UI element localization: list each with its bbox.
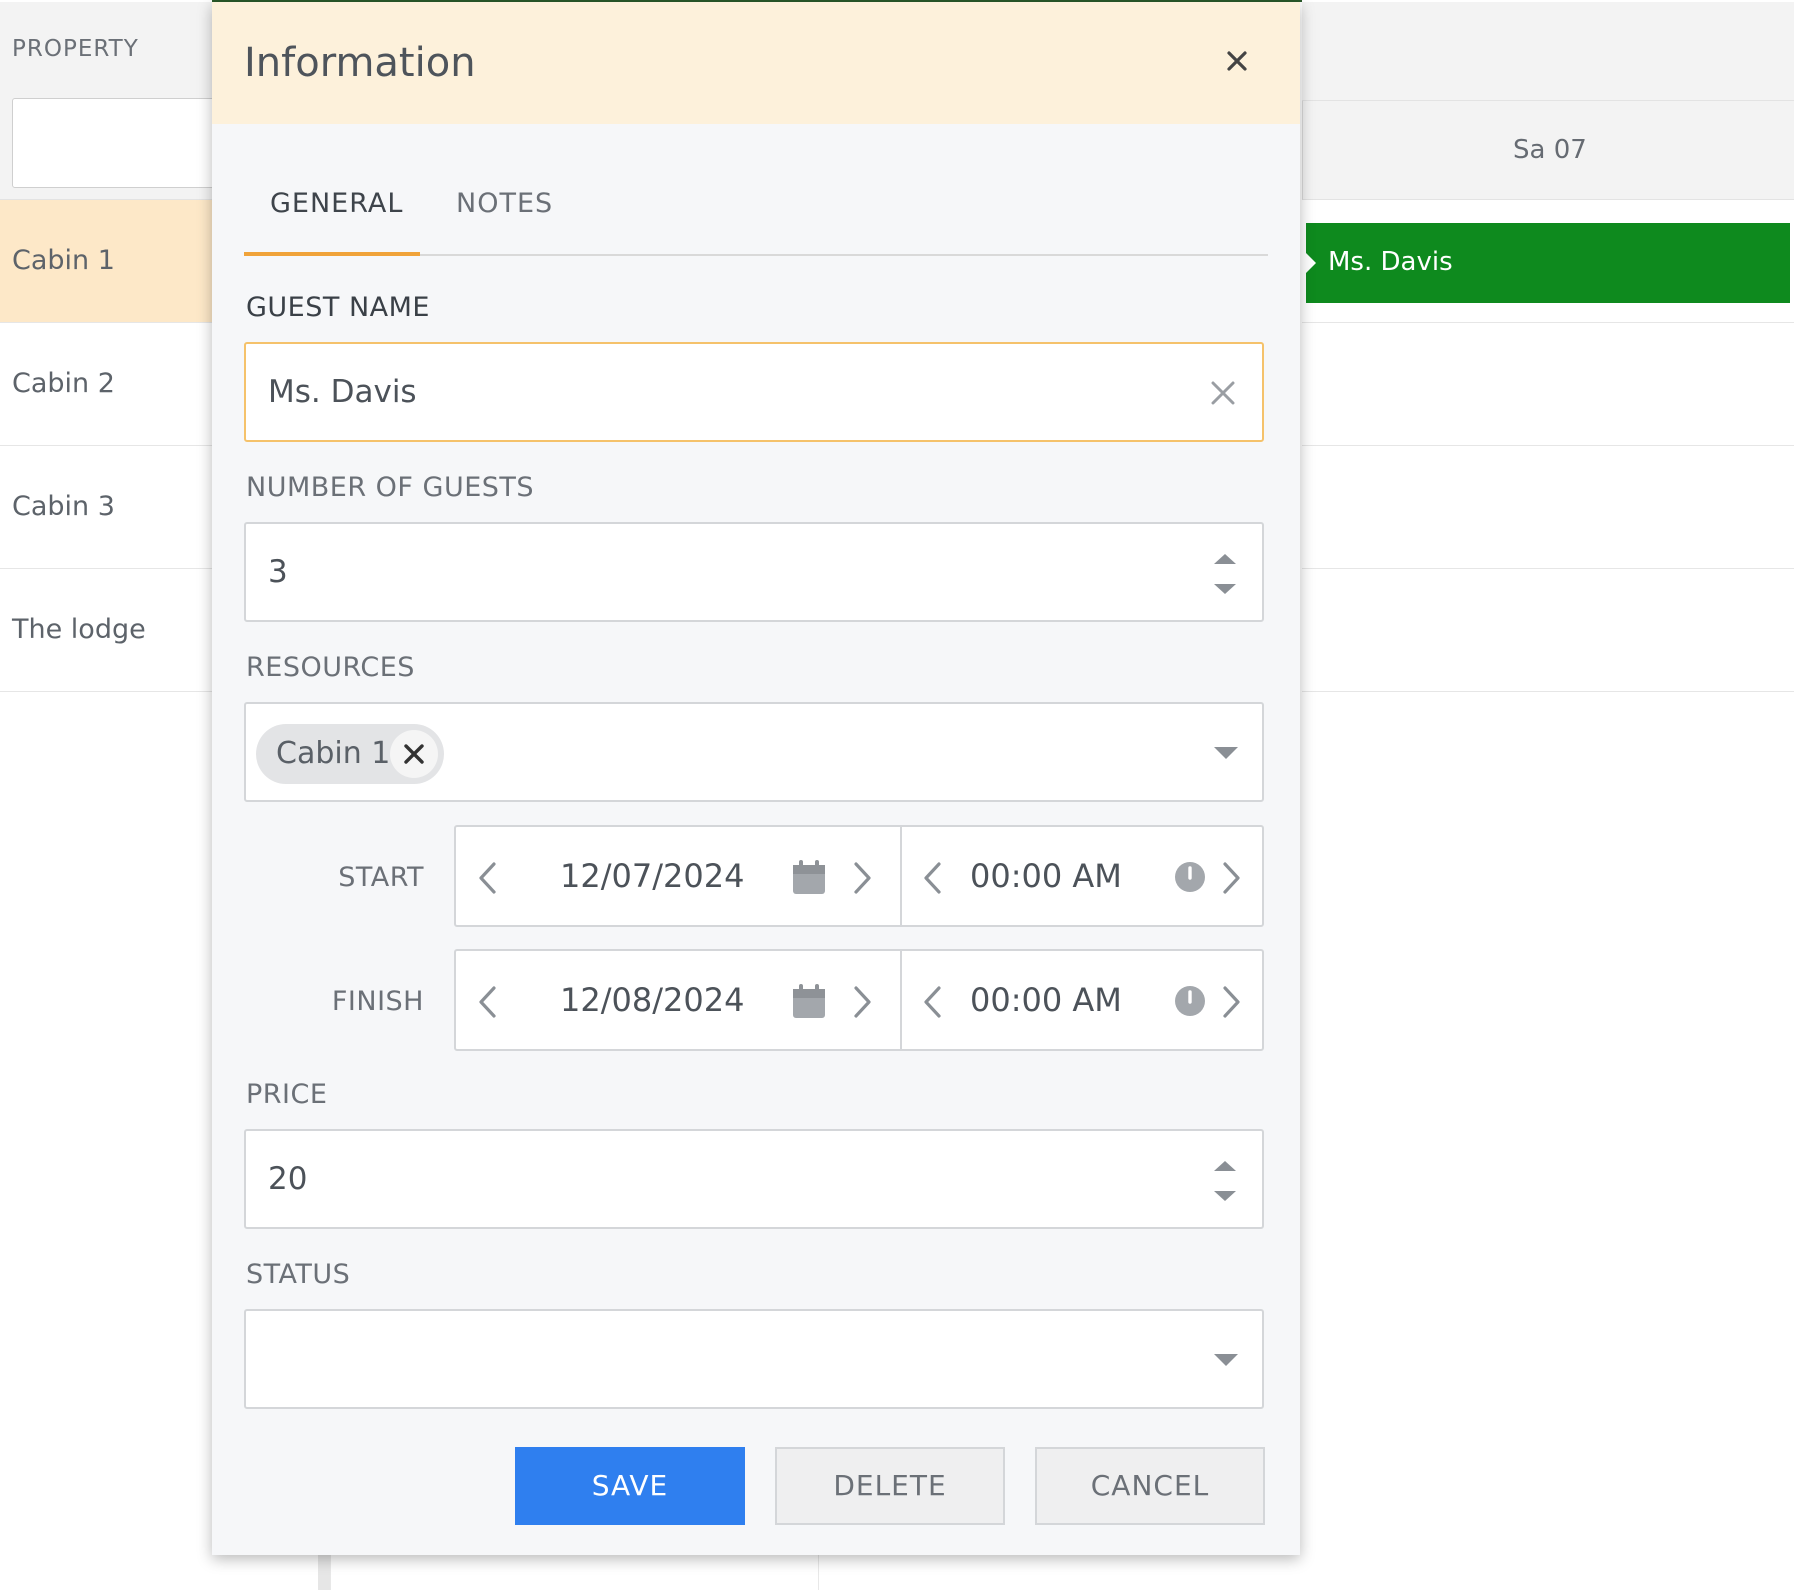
spinner-arrows-icon[interactable] (1212, 548, 1238, 600)
number-of-guests-value: 3 (268, 554, 288, 590)
resources-multiselect[interactable]: Cabin 1 (244, 702, 1264, 802)
timeline-area: Sa 07 Ms. Davis (1302, 0, 1794, 1590)
resource-label: The lodge (12, 614, 146, 645)
clock-icon[interactable] (1174, 985, 1206, 1017)
resource-row-the-lodge[interactable]: The lodge (0, 569, 212, 692)
spinner-arrows-icon[interactable] (1212, 1155, 1238, 1207)
guest-name-label: GUEST NAME (246, 292, 430, 323)
start-datetime-picker: 12/07/2024 00:00 AM (454, 825, 1264, 927)
calendar-icon[interactable] (792, 983, 826, 1019)
timeline-row (1302, 446, 1794, 569)
timeline-row (1302, 323, 1794, 446)
finish-datetime-picker: 12/08/2024 00:00 AM (454, 949, 1264, 1051)
picker-divider (900, 827, 902, 925)
dialog-title: Information (244, 40, 476, 86)
price-input[interactable]: 20 (244, 1129, 1264, 1229)
chevron-right-icon[interactable] (1221, 861, 1243, 895)
resource-label: Cabin 3 (12, 491, 115, 522)
chevron-right-icon[interactable] (852, 985, 874, 1019)
resource-chip: Cabin 1 (256, 724, 444, 784)
remove-chip-icon[interactable] (390, 730, 438, 778)
start-time-value[interactable]: 00:00 AM (970, 857, 1122, 895)
timeline-row (1302, 569, 1794, 692)
calendar-icon[interactable] (792, 859, 826, 895)
resource-panel: PROPERTY Cabin 1 Cabin 2 Cabin 3 The lod… (0, 0, 254, 1590)
event-label: Ms. Davis (1328, 247, 1453, 277)
price-value: 20 (268, 1161, 308, 1197)
number-of-guests-input[interactable]: 3 (244, 522, 1264, 622)
cancel-button[interactable]: CANCEL (1035, 1447, 1265, 1525)
timeline-top-header (1302, 2, 1794, 101)
chevron-left-icon[interactable] (476, 985, 498, 1019)
property-column-label: PROPERTY (12, 36, 139, 62)
chevron-down-icon[interactable] (1212, 744, 1240, 762)
resource-label: Cabin 2 (12, 368, 115, 399)
tab-notes[interactable]: NOTES (456, 188, 553, 219)
start-label: START (338, 862, 424, 893)
finish-time-value[interactable]: 00:00 AM (970, 981, 1122, 1019)
resource-label: Cabin 1 (12, 245, 115, 276)
clock-icon[interactable] (1174, 861, 1206, 893)
resource-chip-label: Cabin 1 (276, 736, 391, 771)
chevron-right-icon[interactable] (852, 861, 874, 895)
day-column-header: Sa 07 (1302, 101, 1794, 200)
tab-general[interactable]: GENERAL (270, 188, 403, 219)
information-dialog: Information GENERAL NOTES GUEST NAME Ms.… (212, 2, 1300, 1555)
resources-label: RESOURCES (246, 652, 415, 683)
number-of-guests-label: NUMBER OF GUESTS (246, 472, 535, 503)
reservation-event[interactable]: Ms. Davis (1304, 223, 1790, 303)
chevron-left-icon[interactable] (921, 861, 943, 895)
guest-name-input[interactable]: Ms. Davis (244, 342, 1264, 442)
dialog-header: Information (212, 2, 1300, 124)
resource-row-cabin-3[interactable]: Cabin 3 (0, 446, 212, 569)
save-button[interactable]: SAVE (515, 1447, 745, 1525)
delete-button[interactable]: DELETE (775, 1447, 1005, 1525)
picker-divider (900, 951, 902, 1049)
resource-row-cabin-1[interactable]: Cabin 1 (0, 200, 212, 323)
start-date-value[interactable]: 12/07/2024 (560, 857, 744, 895)
guest-name-value: Ms. Davis (268, 374, 417, 410)
finish-date-value[interactable]: 12/08/2024 (560, 981, 744, 1019)
chevron-right-icon[interactable] (1221, 985, 1243, 1019)
chevron-left-icon[interactable] (921, 985, 943, 1019)
active-tab-indicator (244, 252, 420, 256)
day-header-label: Sa 07 (1513, 135, 1587, 165)
dialog-tabs: GENERAL NOTES (244, 172, 1268, 256)
finish-label: FINISH (331, 986, 424, 1017)
clear-icon[interactable] (1208, 378, 1238, 408)
close-icon[interactable] (1222, 46, 1252, 76)
resource-header: PROPERTY (0, 2, 254, 200)
status-select[interactable] (244, 1309, 1264, 1409)
price-label: PRICE (246, 1079, 328, 1110)
chevron-down-icon[interactable] (1212, 1351, 1240, 1369)
chevron-left-icon[interactable] (476, 861, 498, 895)
status-label: STATUS (246, 1259, 351, 1290)
resource-row-cabin-2[interactable]: Cabin 2 (0, 323, 212, 446)
